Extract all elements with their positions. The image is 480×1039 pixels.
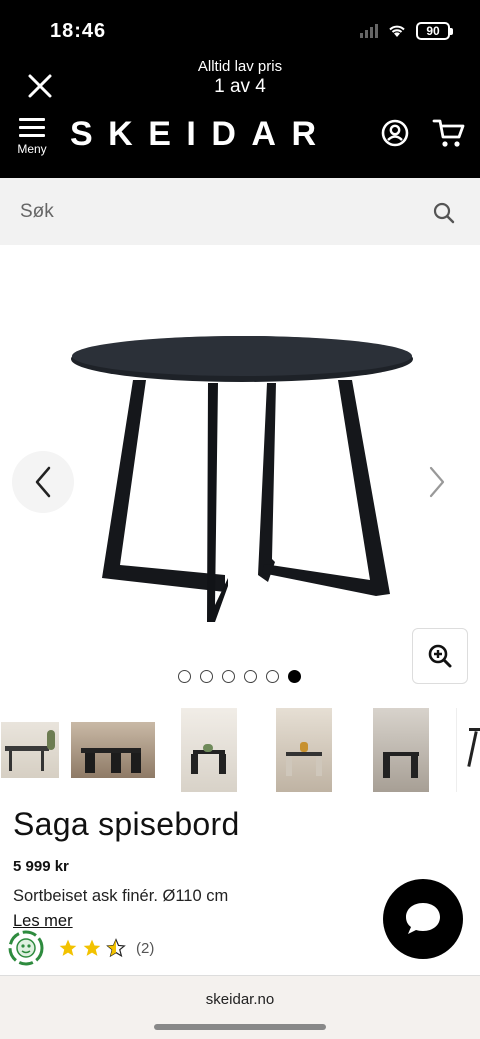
- thumbnail[interactable]: [372, 707, 430, 793]
- hamburger-icon: [14, 118, 50, 137]
- gallery-dot[interactable]: [178, 670, 191, 683]
- home-indicator[interactable]: [154, 1024, 326, 1030]
- star-rating: [58, 938, 126, 958]
- thumbnail-strip: [0, 703, 480, 797]
- promo-counter: 1 av 4: [214, 76, 266, 97]
- search-icon[interactable]: [432, 201, 456, 230]
- chevron-left-icon: [35, 466, 51, 498]
- cart-icon[interactable]: [432, 117, 466, 149]
- promo-text: Alltid lav pris: [197, 58, 283, 75]
- battery-icon: 90: [416, 22, 453, 40]
- review-count: (2): [136, 939, 155, 957]
- zoom-button[interactable]: [412, 628, 468, 684]
- chevron-right-icon: [429, 466, 445, 498]
- menu-button[interactable]: Meny: [14, 118, 50, 156]
- chat-button[interactable]: [383, 879, 463, 959]
- rating-row[interactable]: (2): [8, 930, 154, 966]
- status-time: 18:46: [50, 20, 107, 42]
- browser-bottom-bar: skeidar.no: [0, 975, 480, 1039]
- wifi-icon: [388, 24, 406, 38]
- gallery-dot-active[interactable]: [288, 670, 301, 683]
- read-more-link[interactable]: Les mer: [13, 912, 73, 931]
- product-price: 5 999 kr: [13, 858, 69, 875]
- gallery-dot[interactable]: [222, 670, 235, 683]
- gallery-dot[interactable]: [244, 670, 257, 683]
- gallery-pagination: [178, 670, 301, 683]
- next-image-button[interactable]: [406, 451, 468, 513]
- product-image: [71, 336, 413, 622]
- star-full-icon: [59, 939, 77, 956]
- top-bar: 18:46 90 Alltid lav pris 1 av 4 Meny SKE…: [0, 0, 480, 178]
- thumbnail[interactable]: [275, 707, 333, 793]
- menu-label: Meny: [17, 142, 47, 156]
- eco-badge-icon: [8, 930, 44, 966]
- star-full-icon: [83, 939, 101, 956]
- status-icons: 90: [360, 22, 453, 40]
- account-icon[interactable]: [380, 118, 410, 148]
- url-label[interactable]: skeidar.no: [0, 991, 480, 1008]
- thumbnail[interactable]: [70, 707, 156, 793]
- signal-icon: [360, 24, 378, 38]
- gallery-dot[interactable]: [200, 670, 213, 683]
- star-half-icon: [106, 938, 126, 958]
- skeidar-logo[interactable]: SKEIDAR: [70, 114, 332, 154]
- chat-bubble-icon: [406, 903, 440, 934]
- product-gallery[interactable]: [0, 245, 480, 700]
- product-description: Sortbeiset ask finér. Ø110 cm: [13, 887, 229, 905]
- search-input[interactable]: [20, 196, 400, 228]
- promo-banner[interactable]: Alltid lav pris 1 av 4: [140, 58, 340, 98]
- thumbnail[interactable]: [0, 707, 60, 793]
- previous-image-button[interactable]: [12, 451, 74, 513]
- close-icon[interactable]: [24, 70, 56, 102]
- thumbnail[interactable]: [455, 707, 480, 793]
- product-title: Saga spisebord: [13, 806, 240, 842]
- search-bar: [0, 178, 480, 245]
- gallery-dot[interactable]: [266, 670, 279, 683]
- zoom-in-icon: [428, 644, 452, 668]
- thumbnail[interactable]: [180, 707, 238, 793]
